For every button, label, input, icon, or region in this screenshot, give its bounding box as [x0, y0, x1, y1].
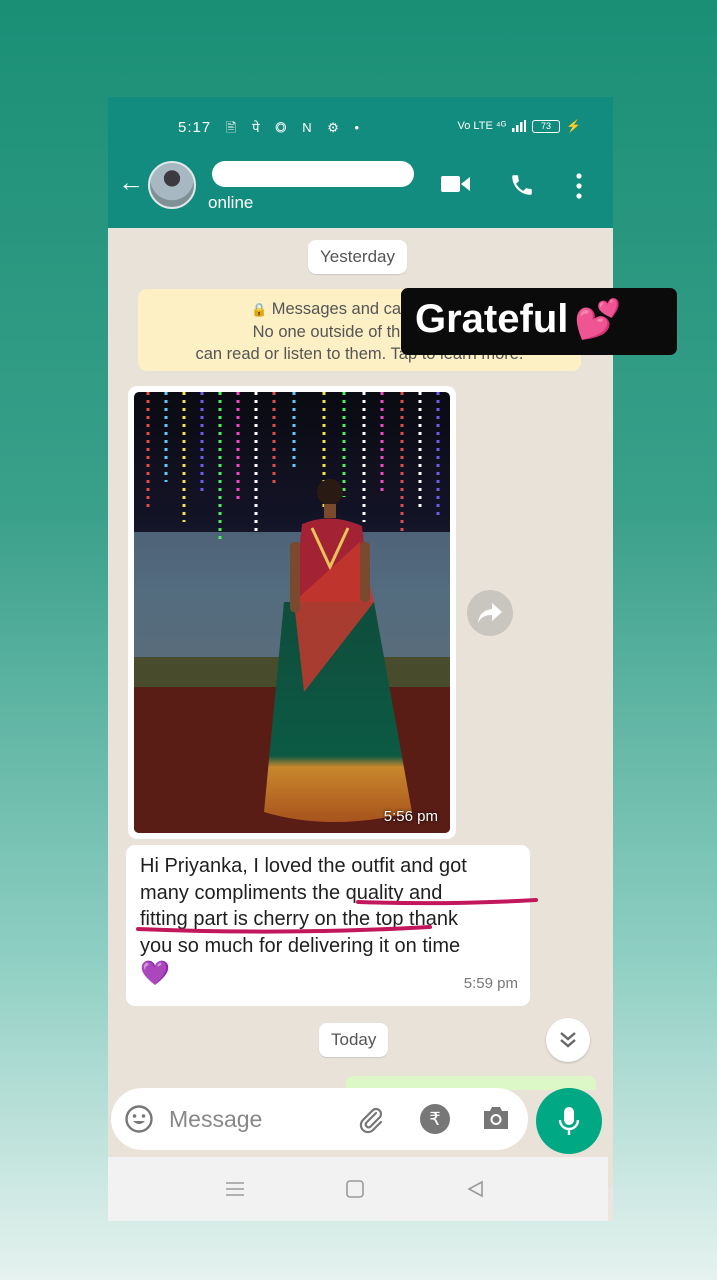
notification-icons: 🖹 पे ◎ N ⚙ •: [226, 120, 366, 135]
battery-icon: 73: [532, 119, 561, 133]
attach-icon[interactable]: [356, 1104, 386, 1134]
message-text: Hi Priyanka, I loved the outfit and got …: [140, 855, 467, 957]
system-navigation-bar: [108, 1157, 608, 1221]
voice-message-button[interactable]: [536, 1088, 602, 1154]
scroll-to-bottom-button[interactable]: [546, 1018, 590, 1062]
phone-screen: 5:17 🖹 पे ◎ N ⚙ • Vo LTE ⁴ᴳ 73 ⚡ ← onlin…: [108, 97, 613, 1221]
double-chevron-down-icon: [560, 1032, 576, 1048]
more-options-icon[interactable]: [576, 173, 582, 199]
date-divider-today: Today: [319, 1023, 389, 1057]
purple-heart-emoji: 💜: [140, 960, 170, 987]
chat-header: ← online: [108, 155, 613, 217]
status-bar: 5:17 🖹 पे ◎ N ⚙ • Vo LTE ⁴ᴳ 73 ⚡: [108, 117, 613, 143]
emoji-icon[interactable]: [124, 1104, 154, 1134]
payment-button[interactable]: ₹: [420, 1104, 450, 1134]
video-call-icon[interactable]: [441, 175, 470, 193]
status-time: 5:17: [178, 119, 212, 136]
battery-level: 73: [541, 121, 552, 131]
lock-icon: 🔒: [250, 302, 268, 317]
message-input-bar: ₹: [111, 1088, 528, 1150]
recents-button[interactable]: [221, 1175, 249, 1203]
camera-icon[interactable]: [481, 1105, 511, 1131]
two-hearts-emoji: 💕: [574, 299, 622, 341]
status-right: Vo LTE ⁴ᴳ 73 ⚡: [458, 119, 581, 133]
message-input[interactable]: [169, 1103, 339, 1135]
microphone-icon: [558, 1107, 580, 1135]
grateful-sticker: Grateful 💕: [401, 288, 677, 355]
triangle-back-icon: [467, 1180, 483, 1198]
charging-icon: ⚡: [566, 119, 581, 133]
sticker-text: Grateful: [415, 297, 569, 341]
message-timestamp: 5:59 pm: [463, 974, 518, 992]
contact-name-redacted[interactable]: [212, 161, 414, 187]
date-divider-yesterday: Yesterday: [308, 240, 407, 274]
chat-area[interactable]: Yesterday 🔒 Messages and calls are en No…: [108, 228, 613, 1188]
image-message-bubble[interactable]: 5:56 pm: [128, 386, 456, 839]
text-message-bubble[interactable]: Hi Priyanka, I loved the outfit and got …: [126, 845, 538, 1006]
square-icon: [346, 1180, 364, 1198]
signal-icon: [512, 120, 527, 132]
app-header: 5:17 🖹 पे ◎ N ⚙ • Vo LTE ⁴ᴳ 73 ⚡ ← onlin…: [108, 97, 613, 228]
image-timestamp: 5:56 pm: [383, 808, 438, 825]
photo-illustration: [134, 392, 450, 833]
forward-icon: [478, 603, 502, 623]
forward-button[interactable]: [467, 590, 513, 636]
contact-avatar[interactable]: [148, 161, 196, 209]
contact-status: online: [208, 193, 254, 212]
network-indicator: Vo LTE ⁴ᴳ: [457, 120, 507, 132]
back-arrow-icon[interactable]: ←: [118, 169, 144, 195]
home-button[interactable]: [341, 1175, 369, 1203]
outfit-photo[interactable]: 5:56 pm: [134, 392, 450, 833]
back-button[interactable]: [461, 1175, 489, 1203]
phone-call-icon[interactable]: [509, 172, 535, 198]
menu-lines-icon: [226, 1182, 244, 1196]
rupee-icon: ₹: [429, 1108, 441, 1129]
